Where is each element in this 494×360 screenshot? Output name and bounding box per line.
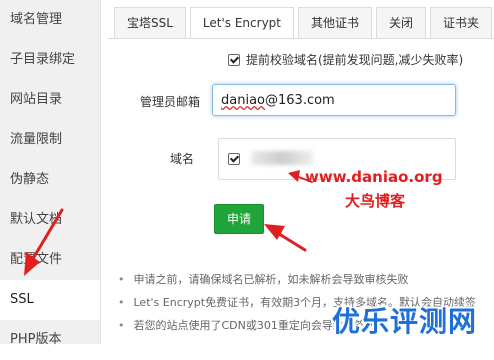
annotation-arrows [24, 170, 313, 276]
arrow-to-ssl-icon [24, 208, 64, 276]
arrow-to-apply-icon [264, 224, 307, 252]
arrow-to-domain-icon [288, 170, 313, 183]
